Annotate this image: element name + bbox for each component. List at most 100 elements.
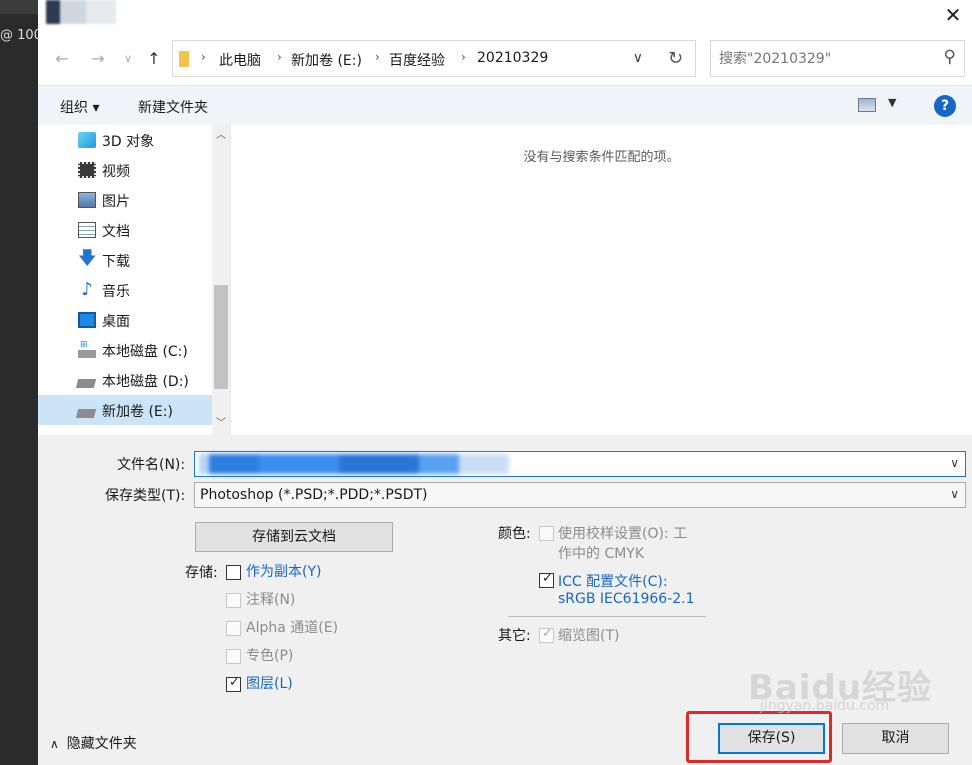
cancel-button[interactable]: 取消 [842, 723, 949, 754]
nav-item-videos[interactable]: 视频 [38, 155, 212, 185]
nav-item-label: 文档 [102, 224, 130, 240]
search-icon[interactable]: ⚲ [944, 47, 956, 67]
breadcrumb-baidu-folder[interactable]: 百度经验 [389, 50, 445, 70]
nav-item-pictures[interactable]: 图片 [38, 185, 212, 215]
view-mode-icon[interactable] [858, 98, 876, 112]
save-as-dialog: ✕ ← → ∨ ↑ › 此电脑 › 新加卷 (E:) › 百度经验 › 2021… [38, 0, 972, 765]
close-button[interactable]: ✕ [940, 4, 966, 28]
background-tab-label: @ 100 [0, 28, 38, 43]
icc-profile-checkbox[interactable]: ✓ [539, 571, 554, 588]
blurred-filename-value [199, 454, 509, 474]
filename-dropdown-icon[interactable]: ∨ [950, 456, 959, 470]
breadcrumb-separator-icon: › [375, 50, 380, 64]
spot-colors-label: 专色(P) [246, 648, 294, 664]
nav-item-label: 下载 [102, 254, 130, 270]
scroll-up-icon[interactable]: ︿ [212, 127, 230, 145]
navigation-pane: 3D 对象 视频 图片 文档 🡇 下载 ♪ 音乐 桌面 ⊞ 本地磁盘 (C:) [38, 125, 230, 435]
nav-item-music[interactable]: ♪ 音乐 [38, 275, 212, 305]
address-dropdown-icon[interactable]: ∨ [633, 50, 643, 66]
hide-folders-toggle[interactable]: ∧ 隐藏文件夹 [50, 733, 137, 753]
save-group-label: 存储: [185, 565, 218, 581]
picture-icon [78, 192, 96, 208]
folder-icon [179, 51, 189, 67]
up-arrow-icon[interactable]: ↑ [142, 48, 166, 70]
nav-item-downloads[interactable]: 🡇 下载 [38, 245, 212, 275]
refresh-icon[interactable]: ↻ [656, 40, 696, 77]
search-box[interactable]: ⚲ [710, 40, 965, 77]
notes-checkbox [226, 593, 241, 608]
filetype-select[interactable]: Photoshop (*.PSD;*.PDD;*.PSDT) ∨ [194, 482, 966, 508]
proof-setup-label: 使用校样设置(O): 工 [558, 526, 688, 542]
breadcrumb-this-pc[interactable]: 此电脑 [219, 50, 261, 70]
checkmark-icon: ✓ [542, 571, 553, 586]
recent-dropdown-icon[interactable]: ∨ [116, 48, 140, 70]
checkmark-icon: ✓ [542, 626, 553, 641]
breadcrumb-separator-icon: › [201, 50, 206, 64]
scroll-down-icon[interactable]: ﹀ [212, 415, 230, 433]
nav-item-desktop[interactable]: 桌面 [38, 305, 212, 335]
breadcrumb-drive-e[interactable]: 新加卷 (E:) [291, 50, 362, 70]
view-dropdown-icon[interactable]: ▼ [888, 96, 896, 109]
nav-item-3d-objects[interactable]: 3D 对象 [38, 125, 212, 155]
nav-item-label: 本地磁盘 (C:) [102, 344, 188, 360]
organize-menu[interactable]: 组织 ▾ [60, 97, 99, 117]
nav-item-drive-c[interactable]: ⊞ 本地磁盘 (C:) [38, 335, 212, 365]
spot-colors-checkbox [226, 649, 241, 664]
hide-folders-label: 隐藏文件夹 [66, 736, 137, 752]
options-divider [508, 616, 706, 617]
filename-label: 文件名(N): [117, 457, 186, 473]
thumbnail-label: 缩览图(T) [558, 628, 620, 644]
help-icon[interactable]: ? [934, 95, 956, 117]
checkmark-icon: ✓ [229, 675, 240, 690]
background-titlebar [0, 0, 38, 14]
forward-arrow-icon[interactable]: → [86, 48, 110, 70]
video-icon [78, 162, 96, 178]
as-copy-label[interactable]: 作为副本(Y) [246, 561, 321, 581]
icc-profile-label[interactable]: ICC 配置文件(C): [558, 571, 668, 591]
background-app-strip: @ 100 [0, 0, 38, 765]
filename-input[interactable]: ∨ [194, 451, 966, 477]
highlight-annotation-box [686, 711, 832, 763]
new-folder-button[interactable]: 新建文件夹 [138, 97, 208, 117]
filetype-value: Photoshop (*.PSD;*.PDD;*.PSDT) [200, 487, 428, 503]
nav-item-label: 音乐 [102, 284, 130, 300]
document-icon [78, 222, 96, 238]
nav-item-label: 新加卷 (E:) [102, 404, 173, 420]
dialog-titlebar: ✕ [38, 0, 972, 32]
nav-item-drive-e[interactable]: 新加卷 (E:) [38, 395, 212, 425]
alpha-channels-label: Alpha 通道(E) [246, 620, 339, 636]
breadcrumb-separator-icon: › [277, 50, 282, 64]
breadcrumb-current-folder[interactable]: 20210329 [477, 50, 548, 66]
as-copy-checkbox[interactable] [226, 565, 241, 580]
search-input[interactable] [719, 49, 929, 69]
icc-profile-value: sRGB IEC61966-2.1 [558, 591, 695, 607]
system-drive-icon: ⊞ [78, 340, 96, 358]
nav-item-drive-d[interactable]: 本地磁盘 (D:) [38, 365, 212, 395]
alpha-channels-checkbox [226, 621, 241, 636]
scrollbar-thumb[interactable] [214, 285, 228, 389]
nav-item-documents[interactable]: 文档 [38, 215, 212, 245]
back-arrow-icon[interactable]: ← [50, 48, 74, 70]
nav-item-label: 视频 [102, 164, 130, 180]
filetype-label: 保存类型(T): [105, 488, 186, 504]
nav-item-label: 桌面 [102, 314, 130, 330]
filetype-dropdown-icon[interactable]: ∨ [950, 487, 959, 501]
layers-label[interactable]: 图层(L) [246, 673, 293, 693]
nav-pane-scrollbar[interactable]: ︿ ﹀ [212, 125, 230, 435]
proof-setup-label-2: 作中的 CMYK [558, 546, 645, 562]
cube-icon [78, 132, 96, 148]
save-to-cloud-button[interactable]: 存储到云文档 [195, 522, 393, 552]
notes-label: 注释(N) [246, 592, 296, 608]
nav-item-label: 3D 对象 [102, 134, 155, 150]
desktop-icon [78, 312, 96, 328]
breadcrumb-separator-icon: › [461, 50, 466, 64]
drive-icon [75, 402, 99, 418]
empty-results-message: 没有与搜索条件匹配的项。 [523, 150, 680, 165]
save-options-panel: 文件名(N): ∨ 保存类型(T): Photoshop (*.PSD;*.PD… [38, 435, 972, 765]
other-group-label: 其它: [498, 628, 531, 644]
download-arrow-icon: 🡇 [78, 248, 97, 269]
file-list-area[interactable]: 没有与搜索条件匹配的项。 [231, 125, 972, 435]
music-note-icon: ♪ [81, 279, 93, 300]
address-bar[interactable]: › 此电脑 › 新加卷 (E:) › 百度经验 › 20210329 ∨ [172, 40, 692, 77]
layers-checkbox[interactable]: ✓ [226, 675, 241, 692]
